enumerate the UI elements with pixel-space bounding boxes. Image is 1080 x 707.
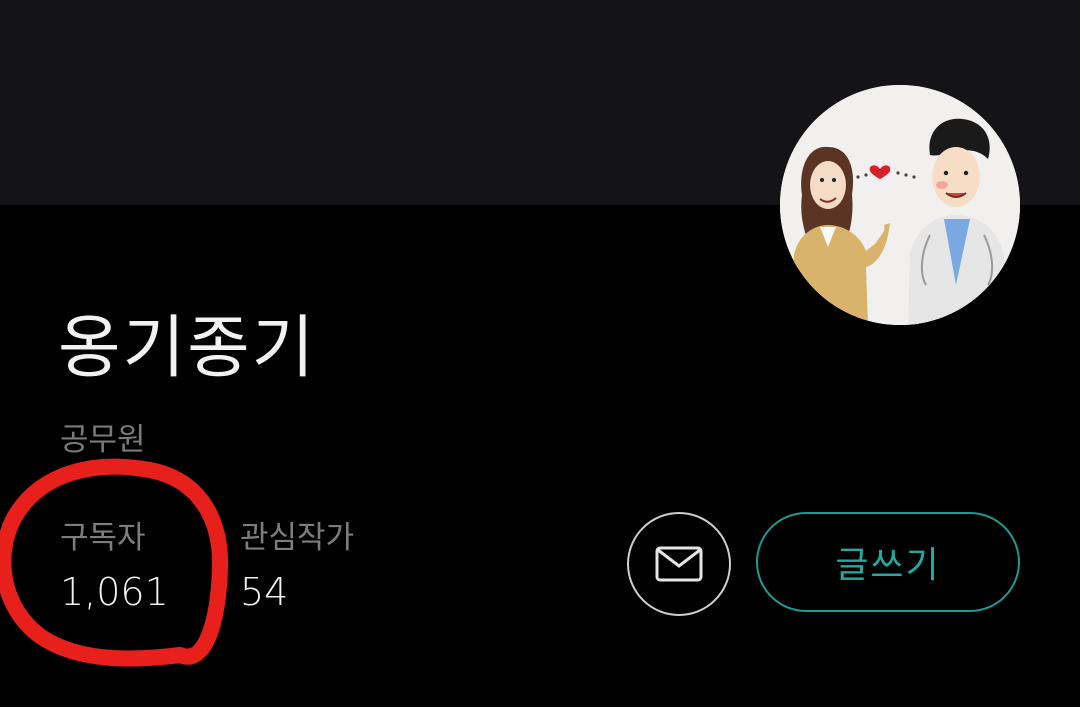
profile-name: 옹기종기 (58, 309, 317, 388)
following-label[interactable]: 관심작가 (240, 512, 354, 557)
profile-page: 옹기종기 공무원 구독자 1,061 관심작가 54 글쓰기 (0, 0, 1080, 707)
avatar-illustration (780, 85, 1020, 325)
write-button-label: 글쓰기 (835, 545, 941, 586)
envelope-icon (655, 546, 703, 582)
following-count[interactable]: 54 (240, 570, 288, 614)
profile-job: 공무원 (60, 422, 146, 458)
avatar[interactable] (780, 85, 1020, 325)
subscribers-count[interactable]: 1,061 (60, 570, 169, 614)
write-button[interactable]: 글쓰기 (756, 512, 1020, 612)
mail-button[interactable] (627, 512, 731, 616)
subscribers-label[interactable]: 구독자 (60, 512, 146, 557)
